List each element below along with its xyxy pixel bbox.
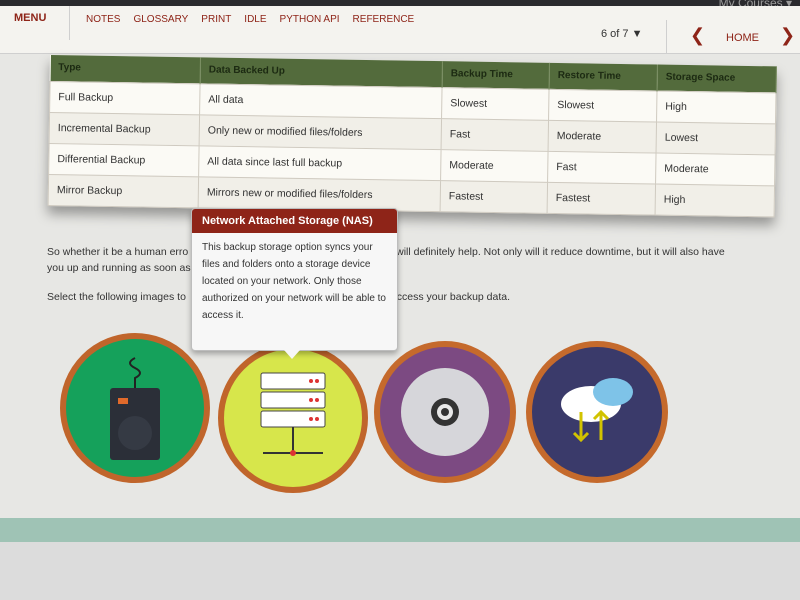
table-cell: Fast	[547, 150, 657, 184]
home-button[interactable]: HOME	[726, 32, 759, 44]
tooltip-body: This backup storage option syncs your fi…	[202, 242, 386, 321]
table-cell: High	[656, 90, 777, 124]
nav-idle[interactable]: IDLE	[244, 14, 266, 25]
intro-paragraph: So whether it be a human erro backups wi…	[47, 244, 767, 276]
column-header: Type	[50, 55, 201, 84]
paragraph-text: Select the following images to	[47, 291, 186, 303]
table-cell: Moderate	[548, 119, 657, 153]
nas-server-icon[interactable]	[218, 343, 368, 493]
table-cell: Mirror Backup	[48, 173, 199, 208]
optical-disc-icon[interactable]	[374, 341, 516, 483]
table-cell: Full Backup	[49, 81, 201, 115]
table-cell: All data since last full backup	[198, 145, 442, 181]
nas-tooltip: Network Attached Storage (NAS) This back…	[191, 208, 398, 359]
instruction-paragraph: Select the following images to e and acc…	[47, 289, 767, 305]
footer-area	[0, 542, 800, 600]
paragraph-text: So whether it be a human erro	[47, 246, 189, 258]
table-cell: Fast	[441, 118, 549, 151]
previous-arrow-icon[interactable]: ❮	[690, 26, 705, 44]
column-header: Backup Time	[442, 61, 550, 89]
nav-links: NOTES GLOSSARY PRINT IDLE PYTHON API REF…	[86, 14, 414, 25]
nav-notes[interactable]: NOTES	[86, 14, 120, 25]
column-header: Data Backed Up	[200, 57, 443, 88]
table-cell: Differential Backup	[48, 142, 200, 177]
backup-comparison-table: Type Data Backed Up Backup Time Restore …	[47, 55, 777, 217]
table-cell: Fastest	[440, 180, 548, 213]
footer-bar	[0, 518, 800, 542]
table-cell: Moderate	[655, 152, 776, 186]
table-cell: Slowest	[441, 87, 550, 120]
table-cell: Fastest	[547, 181, 656, 215]
backup-option-icons	[60, 333, 680, 493]
next-arrow-icon[interactable]: ❯	[780, 26, 795, 44]
table-cell: Mirrors new or modified files/folders	[198, 176, 441, 212]
paragraph-text: you up and running as soon as	[47, 262, 191, 274]
table-cell: Slowest	[548, 88, 658, 122]
column-header: Storage Space	[657, 64, 777, 93]
table-cell: High	[655, 183, 775, 217]
tooltip-title: Network Attached Storage (NAS)	[192, 209, 397, 233]
column-header: Restore Time	[549, 62, 658, 91]
table-cell: Lowest	[656, 121, 776, 155]
table-cell: All data	[199, 83, 443, 119]
nav-divider	[666, 20, 667, 54]
nav-print[interactable]: PRINT	[201, 14, 231, 25]
nav-glossary[interactable]: GLOSSARY	[133, 14, 188, 25]
paragraph-text: backups will definitely help. Not only w…	[354, 246, 725, 258]
cloud-sync-icon[interactable]	[526, 341, 668, 483]
table-cell: Incremental Backup	[49, 112, 200, 146]
nav-python-api[interactable]: PYTHON API	[280, 14, 340, 25]
table-cell: Only new or modified files/folders	[199, 114, 442, 150]
external-drive-icon[interactable]	[60, 333, 210, 483]
nav-reference[interactable]: REFERENCE	[353, 14, 415, 25]
nav-bar: MENU NOTES GLOSSARY PRINT IDLE PYTHON AP…	[0, 6, 800, 54]
table-cell: Moderate	[440, 149, 549, 182]
tooltip-arrow	[284, 350, 300, 359]
page-indicator[interactable]: 6 of 7 ▼	[601, 28, 642, 40]
menu-button[interactable]: MENU	[0, 6, 70, 40]
